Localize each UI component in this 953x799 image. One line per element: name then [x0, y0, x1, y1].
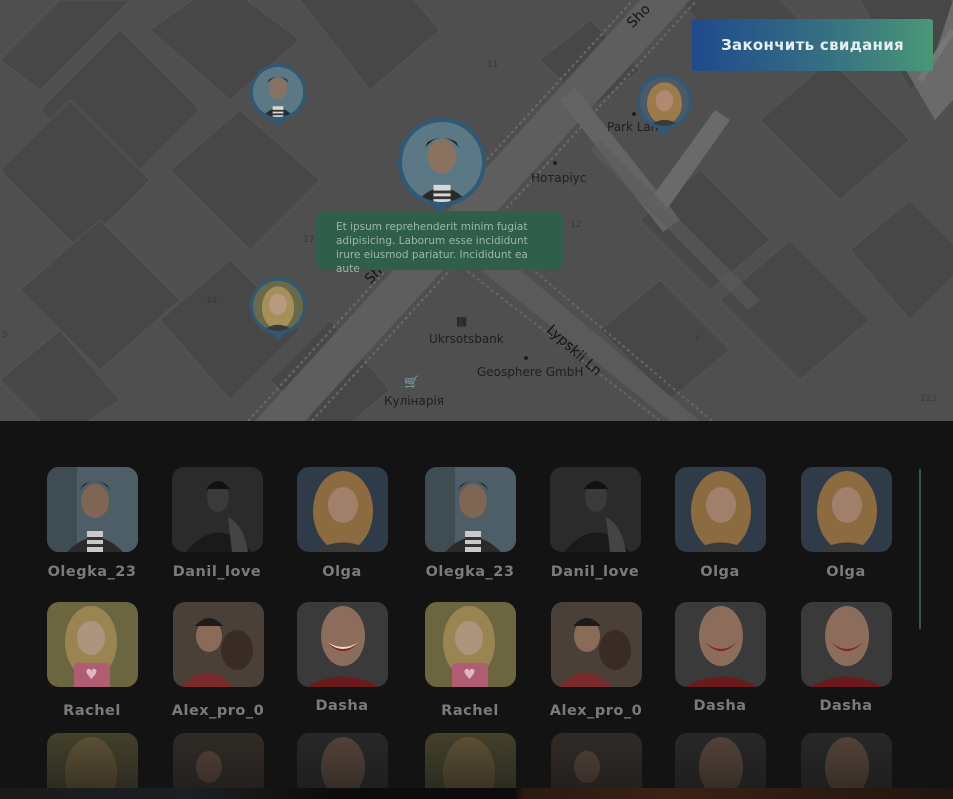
map-user-pin[interactable]	[250, 278, 306, 334]
pin-pointer	[657, 127, 671, 136]
user-card[interactable]: Danil_love	[545, 467, 645, 580]
user-name: Olga	[700, 564, 740, 580]
map-user-pin[interactable]	[637, 74, 692, 129]
avatar-woman-icon	[800, 467, 892, 552]
user-card[interactable]: ♥ Rachel	[42, 602, 142, 719]
like-heart-icon[interactable]: ♥	[451, 663, 488, 687]
user-photo	[296, 602, 388, 687]
avatar-woman-icon	[640, 77, 689, 126]
user-card[interactable]: Olga	[796, 467, 896, 580]
bottom-edge	[0, 788, 953, 799]
user-photo	[424, 467, 516, 552]
house-number: 14	[206, 296, 218, 306]
cart-icon: 🛒	[404, 375, 419, 389]
user-name: Danil_love	[172, 564, 262, 580]
user-name: Olga	[826, 564, 866, 580]
user-name: Olga	[322, 564, 362, 580]
avatar-couple-icon	[172, 602, 264, 687]
user-card[interactable]: Danil_love	[167, 467, 267, 580]
user-photo	[549, 467, 641, 552]
avatar-woman-icon	[800, 602, 892, 687]
user-photo	[550, 602, 642, 687]
bank-icon: ▩	[456, 314, 468, 328]
house-number: 12	[570, 220, 582, 230]
user-name: Danil_love	[550, 564, 640, 580]
user-name: Rachel	[441, 703, 499, 719]
user-photo	[674, 467, 766, 552]
avatar-woman-icon	[674, 467, 766, 552]
user-card[interactable]: Alex_pro_0	[546, 602, 646, 719]
user-card[interactable]: Olga	[670, 467, 770, 580]
place-dot	[553, 161, 557, 165]
user-photo	[800, 467, 892, 552]
avatar-man-icon	[253, 67, 303, 117]
user-name: Dasha	[693, 698, 747, 714]
avatar-woman-icon	[296, 467, 388, 552]
avatar-woman-icon	[674, 602, 766, 687]
map-user-pin-active[interactable]	[398, 118, 486, 206]
user-name: Olegka_23	[47, 564, 137, 580]
place-label-geosphere: Geosphere GmbH	[477, 365, 584, 379]
avatar-man-icon	[424, 467, 516, 552]
avatar-woman-icon	[296, 602, 388, 687]
pin-pointer	[271, 118, 285, 127]
user-photo	[674, 602, 766, 687]
user-card[interactable]: Dasha	[670, 602, 770, 714]
house-number: 9	[2, 330, 8, 340]
user-name: Dasha	[819, 698, 873, 714]
user-photo	[171, 467, 263, 552]
user-photo	[296, 467, 388, 552]
place-label-notary: Нотаріус	[531, 171, 587, 185]
user-photo	[172, 602, 264, 687]
user-card[interactable]: Olga	[292, 467, 392, 580]
avatar-man-icon	[171, 467, 263, 552]
house-number: 7	[694, 335, 700, 345]
message-bubble[interactable]: Et ipsum reprehenderit minim fugiat adip…	[316, 211, 563, 275]
avatar-man-icon	[549, 467, 641, 552]
user-card[interactable]: Dasha	[796, 602, 896, 714]
map-view[interactable]: Shovko Sho Lypskii Ln Park Lan Нотаріус …	[0, 0, 953, 421]
place-dot	[524, 356, 528, 360]
avatar-couple-icon	[550, 602, 642, 687]
user-photo: ♥	[46, 602, 138, 687]
user-photo	[46, 467, 138, 552]
end-dates-button[interactable]: Закончить свидания	[692, 19, 933, 71]
grid-scrollbar[interactable]	[919, 469, 921, 629]
user-name: Olegka_23	[425, 564, 515, 580]
house-number: 11	[487, 60, 499, 70]
user-name: Dasha	[315, 698, 369, 714]
user-card[interactable]: Alex_pro_0	[168, 602, 268, 719]
avatar-woman-icon	[253, 281, 303, 331]
user-name: Alex_pro_0	[549, 703, 643, 719]
user-name: Rachel	[63, 703, 121, 719]
place-label-kulinariya: Кулінарія	[384, 394, 444, 408]
avatar-man-icon	[46, 467, 138, 552]
place-label-ukrsotsbank: Ukrsotsbank	[429, 332, 504, 346]
user-photo: ♥	[424, 602, 516, 687]
like-heart-icon[interactable]: ♥	[73, 663, 110, 687]
user-card[interactable]: ♥ Rachel	[420, 602, 520, 719]
user-photo	[800, 602, 892, 687]
house-number: 17	[303, 235, 315, 245]
avatar-man-icon	[402, 122, 482, 202]
pin-pointer	[271, 332, 285, 341]
user-name: Alex_pro_0	[171, 703, 265, 719]
house-number: 123	[920, 394, 938, 404]
map-user-pin[interactable]	[250, 64, 306, 120]
user-card[interactable]: Olegka_23	[420, 467, 520, 580]
user-card[interactable]: Olegka_23	[42, 467, 142, 580]
user-card[interactable]: Dasha	[292, 602, 392, 714]
place-dot	[632, 112, 636, 116]
